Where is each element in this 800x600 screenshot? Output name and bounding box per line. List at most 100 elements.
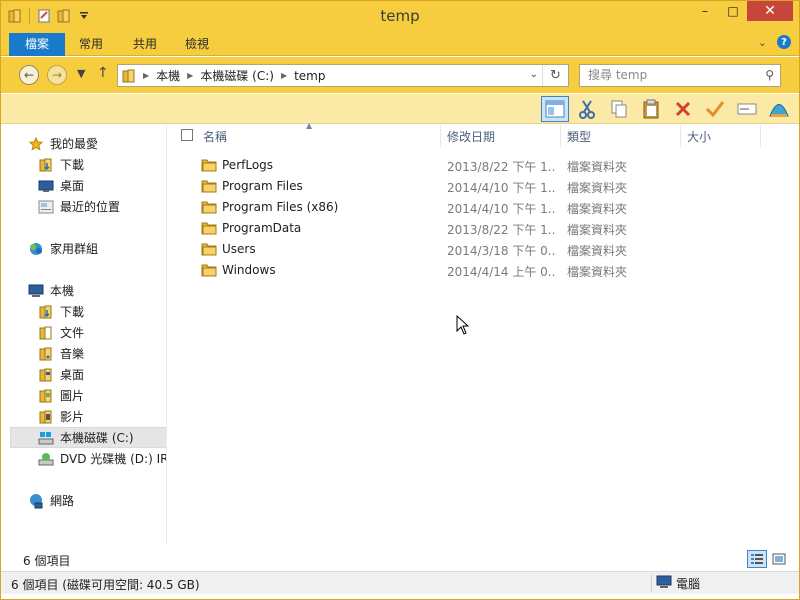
recent-locations-icon[interactable]: ▼: [77, 67, 85, 80]
nav-pc-videos[interactable]: 影片: [38, 406, 84, 427]
file-date: 2014/4/10 下午 1...: [447, 181, 555, 195]
nav-favorites[interactable]: 我的最愛: [28, 133, 98, 154]
command-toolbar: [1, 94, 799, 124]
file-date: 2014/4/14 上午 0...: [447, 265, 555, 279]
maximize-button[interactable]: □: [719, 1, 747, 21]
forward-button[interactable]: →: [47, 65, 67, 85]
breadcrumb-separator-icon[interactable]: ▶: [140, 71, 152, 80]
item-count-bar: 6 個項目: [1, 547, 799, 571]
copy-icon[interactable]: [605, 96, 633, 122]
nav-label: 本機磁碟 (C:): [60, 431, 134, 445]
nav-pc-downloads[interactable]: 下載: [38, 301, 84, 322]
address-dropdown-icon[interactable]: ⌄: [530, 69, 538, 80]
column-header-name[interactable]: 名稱: [197, 125, 441, 147]
rename-icon[interactable]: [733, 96, 761, 122]
nav-homegroup[interactable]: 家用群組: [28, 238, 98, 259]
breadcrumb-local-disk[interactable]: 本機磁碟 (C:): [196, 67, 278, 84]
tab-share[interactable]: 共用: [121, 33, 169, 56]
column-header-size[interactable]: 大小: [681, 125, 761, 147]
view-switcher: [747, 550, 789, 568]
nav-pc-pictures[interactable]: 圖片: [38, 385, 84, 406]
up-arrow-icon[interactable]: ↑: [97, 65, 109, 81]
mouse-cursor-icon: [456, 314, 470, 338]
title-bar: temp – □ ✕: [1, 1, 799, 31]
videos-folder-icon: [38, 409, 54, 425]
dvd-drive-icon: [38, 451, 54, 467]
checkmark-icon[interactable]: [701, 96, 729, 122]
nav-pc-desktop[interactable]: 桌面: [38, 364, 84, 385]
nav-pc-local-disk[interactable]: 本機磁碟 (C:): [10, 427, 166, 448]
breadcrumb-this-pc[interactable]: 本機: [152, 67, 184, 84]
file-row[interactable]: Program Files 2014/4/10 下午 1... 檔案資料夾: [195, 176, 795, 197]
address-bar[interactable]: ▶ 本機 ▶ 本機磁碟 (C:) ▶ temp ⌄ ↻: [117, 64, 569, 87]
music-folder-icon: [38, 346, 54, 362]
nav-label: 下載: [60, 158, 85, 172]
file-row[interactable]: Users 2014/3/18 下午 0... 檔案資料夾: [195, 239, 795, 260]
close-button[interactable]: ✕: [747, 1, 793, 21]
file-type: 檔案資料夾: [567, 244, 628, 258]
downloads-folder-icon: [38, 157, 54, 173]
nav-label: 圖片: [60, 389, 85, 403]
chevron-down-icon[interactable]: ⌄: [758, 36, 767, 49]
window-title: temp: [380, 7, 420, 25]
file-row[interactable]: ProgramData 2013/8/22 下午 1... 檔案資料夾: [195, 218, 795, 239]
nav-label: 桌面: [60, 179, 85, 193]
preview-pane-icon[interactable]: [541, 96, 569, 122]
minimize-button[interactable]: –: [691, 1, 719, 21]
folder-icon: [201, 179, 217, 193]
file-row[interactable]: PerfLogs 2013/8/22 下午 1... 檔案資料夾: [195, 155, 795, 176]
search-input[interactable]: 搜尋 temp ⚲: [579, 64, 781, 87]
file-row[interactable]: Windows 2014/4/14 上午 0... 檔案資料夾: [195, 260, 795, 281]
file-row[interactable]: Program Files (x86) 2014/4/10 下午 1... 檔案資料…: [195, 197, 795, 218]
desktop-icon: [38, 178, 54, 194]
arrow-left-icon: ←: [23, 68, 35, 82]
nav-favorites-recent[interactable]: 最近的位置: [38, 196, 120, 217]
tab-view[interactable]: 檢視: [173, 33, 221, 56]
file-type: 檔案資料夾: [567, 181, 628, 195]
nav-label: 桌面: [60, 368, 85, 382]
window-controls: – □ ✕: [691, 1, 793, 21]
file-name: Windows: [222, 263, 276, 277]
nav-pc-dvd-drive[interactable]: DVD 光碟機 (D:) IR3: [38, 448, 166, 469]
star-icon: [28, 136, 44, 152]
nav-label: 家用群組: [50, 242, 99, 256]
delete-icon[interactable]: [669, 96, 697, 122]
breadcrumb-separator-icon[interactable]: ▶: [184, 71, 196, 80]
search-placeholder: 搜尋 temp: [588, 68, 648, 82]
file-type: 檔案資料夾: [567, 265, 628, 279]
nav-favorites-desktop[interactable]: 桌面: [38, 175, 84, 196]
nav-label: 網路: [50, 494, 75, 508]
cut-icon[interactable]: [573, 96, 601, 122]
column-header-date[interactable]: 修改日期: [441, 125, 561, 147]
recent-places-icon: [38, 199, 54, 215]
nav-network[interactable]: 網路: [28, 490, 74, 511]
back-button[interactable]: ←: [19, 65, 39, 85]
large-icons-view-icon[interactable]: [769, 550, 789, 568]
nav-this-pc[interactable]: 本機: [28, 280, 74, 301]
file-type: 檔案資料夾: [567, 202, 628, 216]
paste-icon[interactable]: [637, 96, 665, 122]
nav-pc-documents[interactable]: 文件: [38, 322, 84, 343]
shell-icon[interactable]: [765, 96, 793, 122]
file-name: Program Files: [222, 179, 303, 193]
file-date: 2014/4/10 下午 1...: [447, 202, 555, 216]
nav-favorites-downloads[interactable]: 下載: [38, 154, 84, 175]
folder-icon: [201, 221, 217, 235]
details-view-icon[interactable]: [747, 550, 767, 568]
help-icon[interactable]: ?: [777, 35, 791, 49]
file-name: Users: [222, 242, 256, 256]
search-icon: ⚲: [765, 68, 774, 82]
folder-icon: [201, 200, 217, 214]
refresh-icon[interactable]: ↻: [542, 65, 568, 86]
file-date: 2014/3/18 下午 0...: [447, 244, 555, 258]
column-header-type[interactable]: 類型: [561, 125, 681, 147]
tab-home[interactable]: 常用: [67, 33, 115, 56]
breadcrumb-temp[interactable]: temp: [290, 69, 329, 83]
file-type: 檔案資料夾: [567, 223, 628, 237]
select-all-checkbox[interactable]: [181, 129, 193, 141]
computer-icon: [28, 283, 44, 299]
breadcrumb-separator-icon[interactable]: ▶: [278, 71, 290, 80]
tab-file[interactable]: 檔案: [9, 33, 65, 56]
nav-pc-music[interactable]: 音樂: [38, 343, 84, 364]
file-type: 檔案資料夾: [567, 160, 628, 174]
